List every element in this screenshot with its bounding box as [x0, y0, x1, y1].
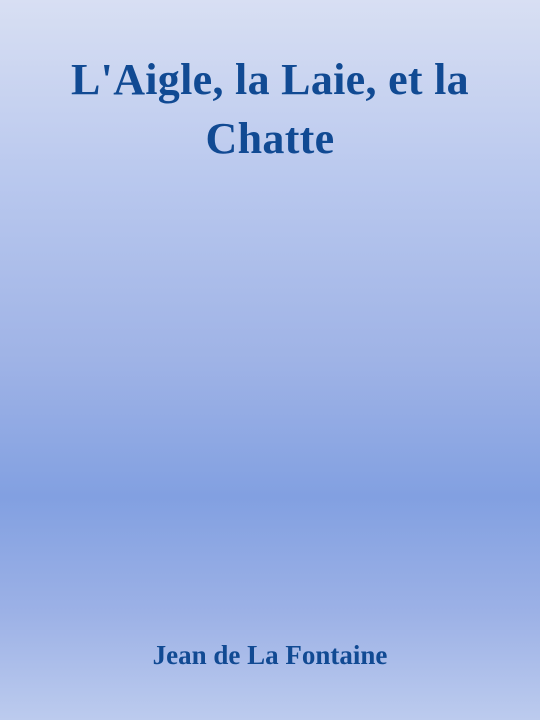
book-author: Jean de La Fontaine	[152, 640, 388, 670]
book-title: L'Aigle, la Laie, et la Chatte	[71, 55, 469, 163]
book-cover: L'Aigle, la Laie, et la Chatte Jean de L…	[0, 0, 540, 720]
